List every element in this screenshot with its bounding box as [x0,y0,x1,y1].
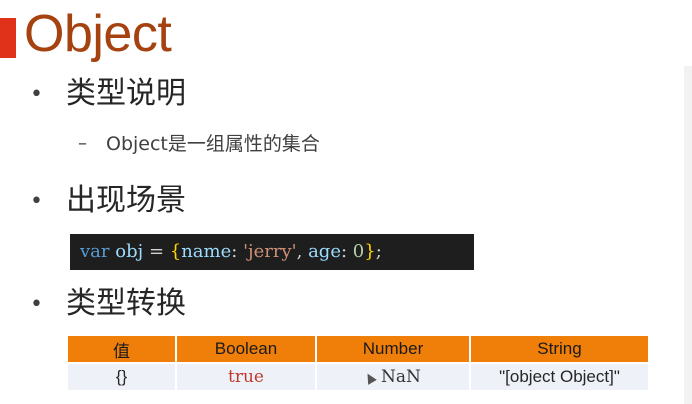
code-keyword: var [80,241,110,262]
code-operator: = [148,241,165,262]
slide: Object • 类型说明 – Object是一组属性的集合 • 出现场景 va… [0,0,692,404]
code-number: 0 [352,241,365,262]
header-string: String [470,336,648,363]
code-variable: obj [115,241,144,262]
bullet-dot: • [30,82,43,107]
heading-type-conversion: 类型转换 [66,286,186,321]
number-result: NaN [381,367,421,387]
subtext-object-definition: Object是一组属性的集合 [106,133,320,155]
cell-string: "[object Object]" [470,362,648,390]
code-colon: : [340,241,348,262]
code-brace-close: } [364,241,376,262]
code-key-name: name [181,241,232,262]
cell-boolean: true [176,362,317,390]
code-semicolon: ; [375,241,382,262]
code-brace-open: { [169,241,182,262]
cell-value: {} [68,362,177,390]
table-header-row: 值 Boolean Number String [68,336,648,363]
title-accent-bar [0,18,16,58]
boolean-result: true [228,367,264,387]
heading-usage-scenario: 出现场景 [66,183,186,218]
table-row: {} true NaN "[object Object]" [68,362,648,390]
conversion-table: 值 Boolean Number String {} true NaN "[ob… [68,336,648,390]
bullet-dot: • [30,189,43,214]
header-value: 值 [68,336,177,363]
code-block: var obj = {name: 'jerry', age: 0}; [70,234,474,270]
right-edge-strip [684,66,692,404]
cell-number: NaN [316,362,471,390]
header-number: Number [316,336,471,363]
code-string: 'jerry' [243,241,297,262]
slide-title: Object [24,5,172,63]
code-colon: : [231,241,238,262]
heading-type-description: 类型说明 [66,76,186,111]
bullet-dot: • [30,292,43,317]
mouse-cursor-icon [363,370,377,385]
dash-marker: – [78,133,87,154]
code-comma: , [296,241,303,262]
header-boolean: Boolean [176,336,317,363]
code-key-age: age [308,241,341,262]
